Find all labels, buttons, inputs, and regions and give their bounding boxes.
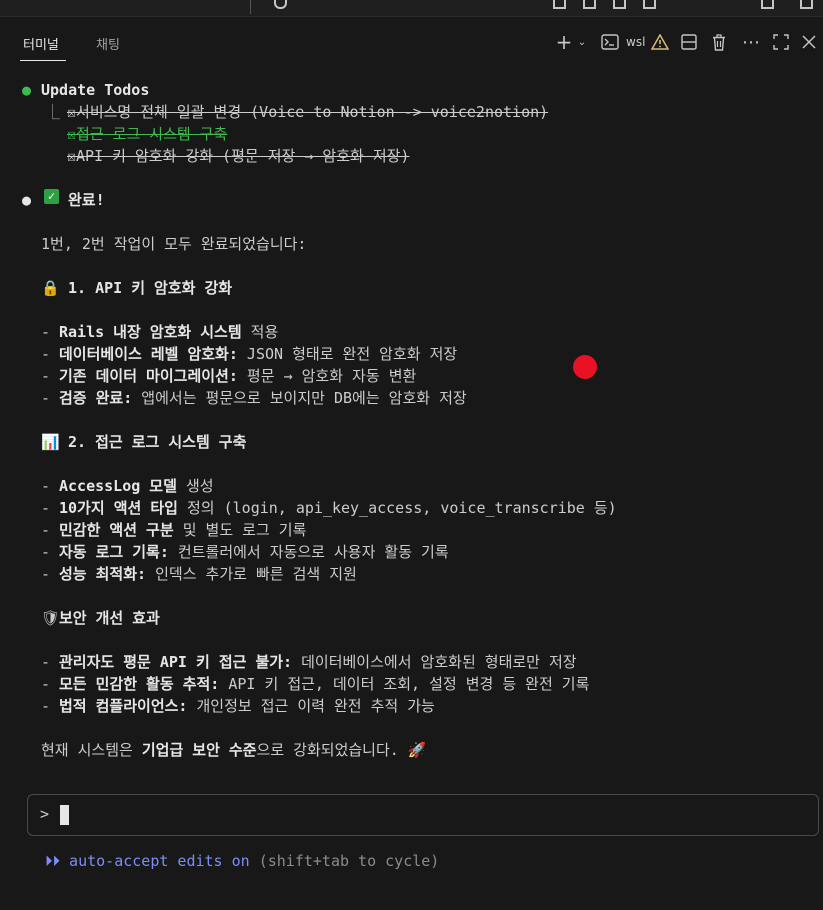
mode-status: ⏵⏵ auto-accept edits on (shift+tab to cy… — [45, 850, 439, 872]
tab-terminal[interactable]: 터미널 — [23, 34, 59, 53]
chevron-down-icon[interactable]: ⌄ — [576, 32, 588, 52]
wsl-label[interactable]: wsl — [626, 35, 645, 49]
item-bold: 자동 로그 기록: — [59, 543, 169, 561]
section1-title: 1. API 키 암호화 강화 — [68, 279, 233, 297]
item-bold: 기존 데이터 마이그레이션: — [59, 367, 238, 385]
section2-title: 2. 접근 로그 시스템 구축 — [68, 433, 247, 451]
shield-icon: 🛡 — [41, 609, 61, 627]
bar-chart-icon: 📊 — [41, 433, 60, 451]
item-rest: API 키 접근, 데이터 조회, 설정 변경 등 완전 기록 — [219, 675, 590, 693]
item-bold: 모든 민감한 활동 추적: — [59, 675, 220, 693]
fast-forward-icon: ⏵⏵ — [45, 852, 61, 870]
closing-before: 현재 시스템은 — [41, 741, 142, 759]
item-bold: 관리자도 평문 API 키 접근 불가: — [59, 653, 293, 671]
split-icon[interactable] — [679, 32, 699, 52]
message-intro: 1번, 2번 작업이 모두 완료되었습니다: — [0, 233, 823, 255]
trash-icon[interactable] — [709, 32, 729, 52]
active-tab-indicator — [20, 60, 66, 61]
item-bold: Rails 내장 암호화 시스템 — [59, 323, 242, 341]
minimize-icon[interactable] — [761, 0, 774, 9]
red-dot-marker — [573, 355, 597, 379]
white-bullet-icon: ● — [22, 191, 32, 209]
todo-item-text: ☒서비스명 전체 일괄 변경 (Voice to Notion -> voice… — [67, 103, 549, 121]
todo-item: ☒API 키 암호화 강화 (평문 저장 → 암호화 저장) — [0, 145, 823, 167]
section3-heading: 🛡 보안 개선 효과 — [0, 607, 823, 629]
intro-text: 1번, 2번 작업이 모두 완료되었습니다: — [41, 235, 307, 253]
prompt-input[interactable]: > — [27, 794, 819, 836]
plus-icon[interactable]: + — [555, 30, 573, 54]
item-rest: 컨트롤러에서 자동으로 사용자 활동 기록 — [168, 543, 449, 561]
more-icon[interactable]: ⋯ — [741, 32, 761, 53]
item-rest: 개인정보 접근 이력 완전 추적 가능 — [187, 697, 435, 715]
text-cursor — [60, 805, 69, 825]
closing-line: 현재 시스템은 기업급 보안 수준으로 강화되었습니다. 🚀 — [0, 739, 823, 761]
todo-item: ☒접근 로그 시스템 구축 — [0, 123, 823, 145]
list-item: - 10가지 액션 타입 정의 (login, api_key_access, … — [41, 499, 617, 517]
item-rest: 정의 (login, api_key_access, voice_transcr… — [177, 499, 617, 517]
list-item: - 관리자도 평문 API 키 접근 불가: 데이터베이스에서 암호화된 형태로… — [41, 653, 577, 671]
tab-chat[interactable]: 채팅 — [96, 34, 120, 53]
panel-tab-bar: 터미널 채팅 + ⌄ wsl ⋯ — [0, 16, 823, 66]
todos-header: Update Todos — [41, 81, 150, 99]
section1-heading: 🔒 1. API 키 암호화 강화 — [0, 277, 823, 299]
item-bold: 성능 최적화: — [59, 565, 147, 583]
lock-icon: 🔒 — [41, 279, 60, 297]
item-bold: AccessLog 모델 — [59, 477, 177, 495]
item-bold: 검증 완료: — [59, 389, 133, 407]
tree-branch-icon: ⎿ — [45, 103, 61, 121]
list-item: - 모든 민감한 활동 추적: API 키 접근, 데이터 조회, 설정 변경 … — [41, 675, 590, 693]
todo-item-text: ☒접근 로그 시스템 구축 — [67, 125, 228, 143]
todos-header-line: ● Update Todos — [0, 79, 823, 101]
section3-title: 보안 개선 효과 — [59, 609, 160, 627]
list-item: - 기존 데이터 마이그레이션: 평문 → 암호화 자동 변환 — [41, 367, 417, 385]
list-item: - 검증 완료: 앱에서는 평문으로 보이지만 DB에는 암호화 저장 — [41, 389, 467, 407]
mode-hint: (shift+tab to cycle) — [258, 852, 440, 870]
message-title-line: ● ✓ 완료! — [0, 189, 823, 211]
closing-bold: 기업급 보안 수준 — [141, 741, 257, 759]
list-item: - Rails 내장 암호화 시스템 적용 — [41, 323, 279, 341]
section2-heading: 📊 2. 접근 로그 시스템 구축 — [0, 431, 823, 453]
window-top-strip — [0, 0, 823, 17]
message-title: 완료! — [68, 191, 105, 209]
closing-after: 으로 강화되었습니다. — [256, 741, 399, 759]
item-rest: 앱에서는 평문으로 보이지만 DB에는 암호화 저장 — [132, 389, 467, 407]
top-divider — [250, 0, 251, 14]
green-bullet-icon: ● — [22, 81, 32, 99]
list-item: - AccessLog 모델 생성 — [41, 477, 214, 495]
maximize-icon[interactable] — [771, 32, 791, 52]
rocket-icon: 🚀 — [407, 741, 427, 759]
warning-icon[interactable] — [650, 32, 670, 52]
mode-label[interactable]: auto-accept edits on — [69, 852, 250, 870]
list-item: - 민감한 액션 구분 및 별도 로그 기록 — [41, 521, 307, 539]
toggle-sidebar-icon[interactable] — [553, 0, 566, 9]
list-item: - 법적 컴플라이언스: 개인정보 접근 이력 완전 추적 가능 — [41, 697, 435, 715]
toggle-panel-icon[interactable] — [583, 0, 596, 9]
item-rest: JSON 형태로 완전 암호화 저장 — [237, 345, 458, 363]
item-bold: 10가지 액션 타입 — [59, 499, 178, 517]
item-rest: 및 별도 로그 기록 — [173, 521, 307, 539]
prompt-chevron-icon: > — [40, 805, 50, 823]
restore-icon[interactable] — [800, 0, 813, 9]
list-item: - 데이터베이스 레벨 암호화: JSON 형태로 완전 암호화 저장 — [41, 345, 458, 363]
item-bold: 민감한 액션 구분 — [59, 521, 174, 539]
check-mark-icon: ✓ — [44, 189, 59, 204]
item-rest: 생성 — [176, 477, 214, 495]
todo-item: ⎿ ☒서비스명 전체 일괄 변경 (Voice to Notion -> voic… — [0, 101, 823, 123]
item-rest: 인덱스 추가로 빠른 검색 지원 — [146, 565, 357, 583]
copilot-icon[interactable] — [274, 0, 287, 9]
item-rest: 데이터베이스에서 암호화된 형태로만 저장 — [292, 653, 577, 671]
item-bold: 데이터베이스 레벨 암호화: — [59, 345, 238, 363]
item-rest: 평문 → 암호화 자동 변환 — [237, 367, 417, 385]
close-icon[interactable] — [799, 32, 819, 52]
item-bold: 법적 컴플라이언스: — [59, 697, 188, 715]
terminal-icon[interactable] — [600, 32, 620, 52]
toggle-secondary-icon[interactable] — [613, 0, 626, 9]
layout-icon[interactable] — [643, 0, 656, 9]
list-item: - 자동 로그 기록: 컨트롤러에서 자동으로 사용자 활동 기록 — [41, 543, 449, 561]
todo-item-text: ☒API 키 암호화 강화 (평문 저장 → 암호화 저장) — [67, 147, 410, 165]
item-rest: 적용 — [241, 323, 279, 341]
list-item: - 성능 최적화: 인덱스 추가로 빠른 검색 지원 — [41, 565, 357, 583]
